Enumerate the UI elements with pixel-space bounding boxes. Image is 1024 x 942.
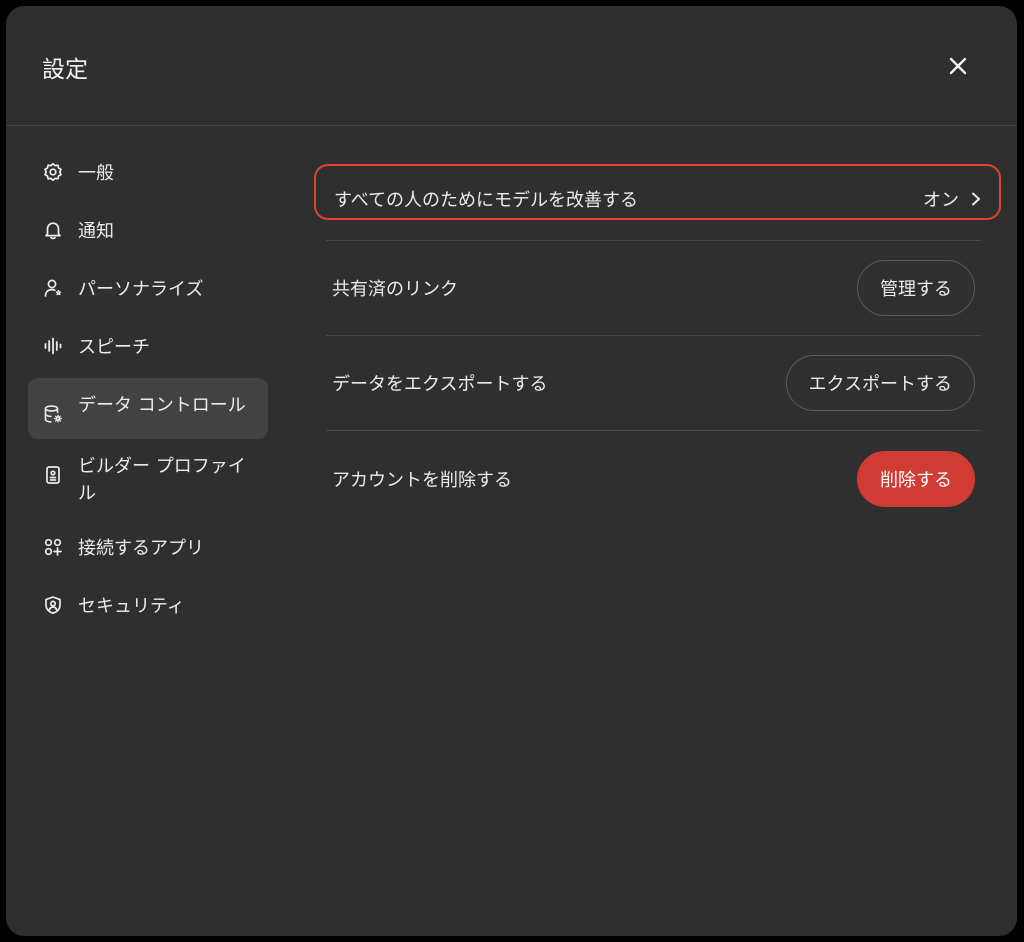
sidebar-item-label: 接続するアプリ: [78, 538, 204, 559]
sidebar-item-label: 通知: [78, 221, 114, 242]
close-button[interactable]: [940, 48, 976, 84]
improve-model-value[interactable]: オン: [923, 186, 981, 212]
delete-account-button[interactable]: 削除する: [857, 450, 975, 507]
export-data-label: データをエクスポートする: [332, 374, 548, 395]
shared-links-row: 共有済のリンク 管理する: [326, 241, 981, 336]
export-data-row: データをエクスポートする エクスポートする: [326, 336, 981, 431]
sidebar-item-label: パーソナライズ: [78, 279, 204, 300]
sidebar-item-data-controls[interactable]: データ コントロール: [28, 378, 268, 439]
settings-sidebar: 一般 通知 パーソナライズ スピーチ データ コントロール ビルダー プロファイ…: [28, 146, 268, 637]
settings-content: すべての人のためにモデルを改善する オン 共有済のリンク 管理する データをエク…: [314, 158, 1001, 526]
improve-model-row[interactable]: すべての人のためにモデルを改善する オン: [314, 158, 1001, 240]
bell-icon: [42, 219, 64, 241]
sidebar-item-security[interactable]: セキュリティ: [28, 579, 268, 637]
gear-icon: [42, 161, 64, 183]
sidebar-item-general[interactable]: 一般: [28, 146, 268, 204]
waveform-icon: [42, 335, 64, 357]
sidebar-item-label: スピーチ: [78, 337, 150, 358]
dialog-title: 設定: [42, 57, 88, 83]
chevron-right-icon: [972, 192, 980, 206]
shared-links-label: 共有済のリンク: [332, 279, 458, 300]
dialog-header: 設定: [6, 6, 1017, 126]
database-gear-icon: [42, 403, 64, 425]
delete-account-label: アカウントを削除する: [332, 469, 512, 491]
person-icon: [42, 277, 64, 299]
improve-model-status: オン: [923, 190, 959, 211]
improve-model-label: すべての人のためにモデルを改善する: [334, 190, 639, 211]
export-button[interactable]: エクスポートする: [785, 355, 975, 411]
manage-shared-links-button[interactable]: 管理する: [857, 260, 975, 316]
id-card-icon: [42, 464, 64, 486]
sidebar-item-label: 一般: [78, 163, 114, 184]
sidebar-item-builder-profile[interactable]: ビルダー プロファイル: [28, 439, 268, 521]
settings-dialog: 設定 一般 通知 パーソナライズ スピーチ データ コントロール ビルダー プロ…: [6, 6, 1017, 936]
close-icon: [949, 57, 967, 75]
sidebar-item-label: セキュリティ: [78, 596, 185, 617]
sidebar-item-personalize[interactable]: パーソナライズ: [28, 262, 268, 320]
apps-icon: [42, 536, 64, 558]
sidebar-item-notifications[interactable]: 通知: [28, 204, 268, 262]
delete-account-row: アカウントを削除する 削除する: [326, 431, 981, 526]
sidebar-item-label: ビルダー プロファイル: [78, 456, 246, 504]
sidebar-item-speech[interactable]: スピーチ: [28, 320, 268, 378]
sidebar-item-label: データ コントロール: [78, 395, 246, 416]
shield-icon: [42, 594, 64, 616]
sidebar-item-connected-apps[interactable]: 接続するアプリ: [28, 521, 268, 579]
